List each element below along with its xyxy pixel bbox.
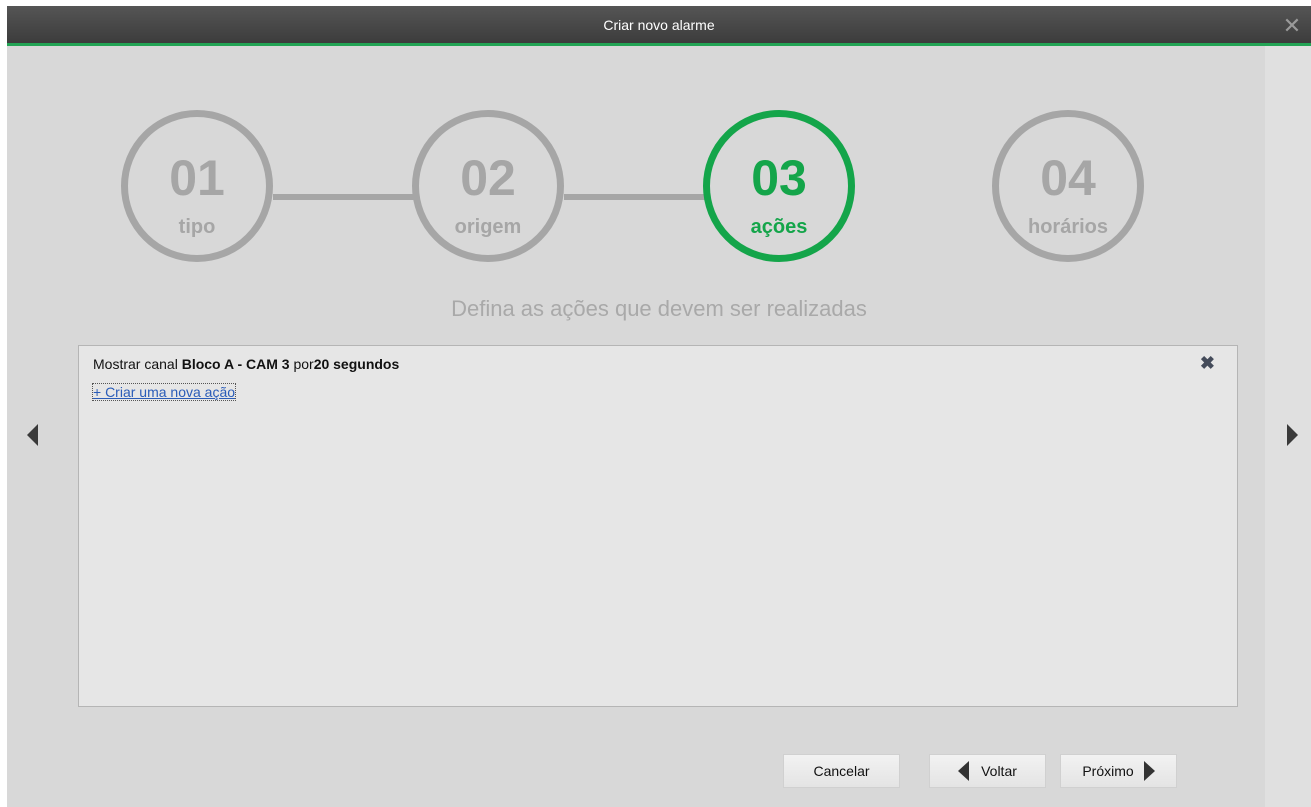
back-button-label: Voltar xyxy=(981,763,1017,779)
step-label: tipo xyxy=(178,216,216,238)
step-label: ações xyxy=(750,216,808,238)
actions-list: Mostrar canal Bloco A - CAM 3 por20 segu… xyxy=(78,345,1238,707)
step-progress: 01 tipo 02 origem 03 ações 04 horários xyxy=(7,6,1311,306)
step-number: 01 xyxy=(169,150,225,206)
back-button[interactable]: Voltar xyxy=(929,754,1046,788)
step-horarios: 04 horários xyxy=(992,110,1144,262)
next-button-label: Próximo xyxy=(1082,763,1134,779)
step-connector xyxy=(564,194,706,200)
dialog-window: Criar novo alarme ✕ 01 tipo 02 origem 03… xyxy=(7,6,1311,807)
step-connector xyxy=(273,194,415,200)
cancel-button-label: Cancelar xyxy=(813,763,870,779)
action-middle: por xyxy=(293,356,314,372)
step-description: Defina as ações que devem ser realizadas xyxy=(451,296,867,321)
action-duration: 20 segundos xyxy=(313,356,400,372)
action-item: Mostrar canal Bloco A - CAM 3 por20 segu… xyxy=(93,356,399,372)
chevron-right-icon[interactable] xyxy=(1287,424,1298,446)
remove-action-icon[interactable]: ✖ xyxy=(1200,353,1215,374)
chevron-left-icon[interactable] xyxy=(27,424,38,446)
step-origem: 02 origem xyxy=(412,110,564,262)
action-channel: Bloco A - CAM 3 xyxy=(181,356,290,372)
step-number: 04 xyxy=(1040,150,1096,206)
step-tipo: 01 tipo xyxy=(121,110,273,262)
next-button[interactable]: Próximo xyxy=(1060,754,1177,788)
arrow-right-icon xyxy=(1143,761,1155,781)
step-label: origem xyxy=(454,216,522,238)
cancel-button[interactable]: Cancelar xyxy=(783,754,900,788)
step-acoes: 03 ações xyxy=(703,110,855,262)
new-action-link[interactable]: + Criar uma nova ação xyxy=(91,383,237,401)
step-label: horários xyxy=(1027,216,1109,238)
step-number: 03 xyxy=(751,150,807,206)
step-number: 02 xyxy=(460,150,516,206)
arrow-left-icon xyxy=(958,761,970,781)
action-prefix: Mostrar canal xyxy=(93,356,178,372)
